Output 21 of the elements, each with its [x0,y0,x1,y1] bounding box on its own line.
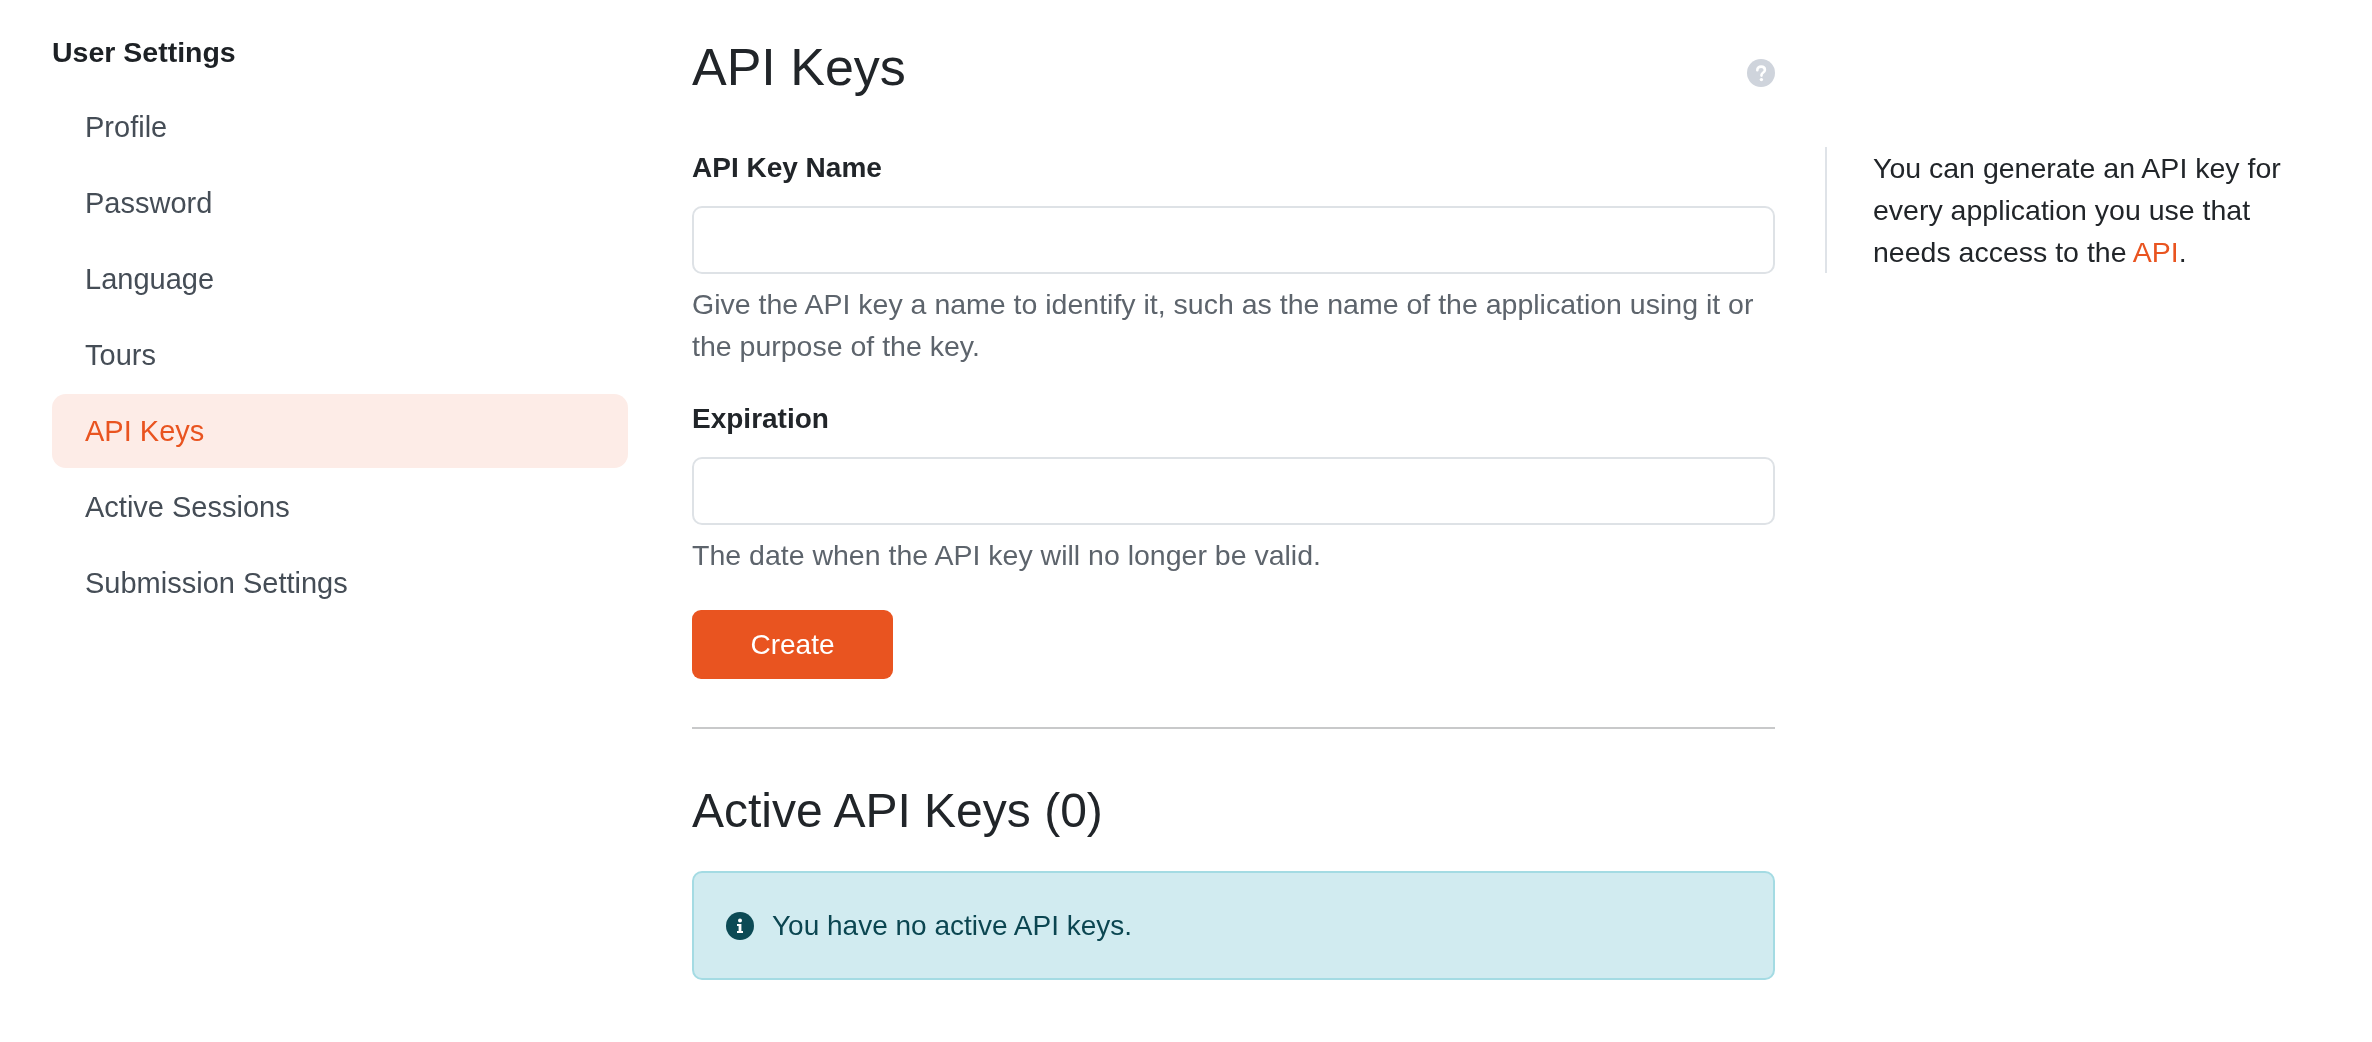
text-field[interactable] [692,457,1775,525]
help-text: The date when the API key will no longer be valid. [692,538,1322,573]
page-title: API Keys [692,37,906,98]
sidebar-item[interactable]: Language [52,242,628,316]
api-link[interactable]: API [2132,236,2179,268]
section-title: Active API Keys (0) [692,783,1104,839]
sidebar-item[interactable]: Tours [52,318,628,392]
sidebar-title: User Settings [52,35,237,70]
text-field[interactable] [692,206,1775,274]
create-button[interactable]: Create [692,610,893,679]
sidebar-item[interactable]: Submission Settings [52,546,628,620]
help-text: Give the API key a name to identify it, such as the name of the application using it or the purpose of the key. [692,287,1755,364]
alert-text: You have no active API keys. [772,909,1133,942]
sidebar-item[interactable]: Password [52,166,628,240]
field-label: Expiration [692,402,830,436]
info-icon [726,911,754,940]
info-text: You can generate an API key for every application you use that needs access to the API. [1873,151,2282,270]
sidebar-item[interactable]: Profile [52,90,628,164]
field-label: API Key Name [692,151,883,185]
sidebar-item[interactable]: Active Sessions [52,470,628,544]
help-icon[interactable] [1747,59,1775,87]
